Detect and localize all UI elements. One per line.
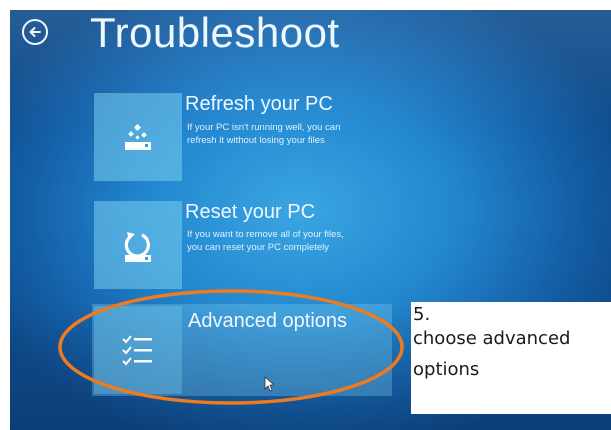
reset-pc-description-line1: If you want to remove all of your files, <box>187 229 344 240</box>
reset-pc-tile[interactable] <box>94 201 182 289</box>
mouse-cursor-icon <box>264 376 274 392</box>
reset-pc-description-line2: you can reset your PC completely <box>187 242 330 253</box>
back-button[interactable] <box>22 19 48 45</box>
refresh-pc-description-line2: refresh it without losing your files <box>187 135 325 146</box>
advanced-options-tile[interactable] <box>94 306 182 394</box>
refresh-pc-icon <box>125 123 151 150</box>
reset-pc-option[interactable]: Reset your PC If you want to remove all … <box>94 201 394 293</box>
step-number: 5. <box>413 304 431 325</box>
annotation-line2: options <box>413 359 480 380</box>
advanced-options-title: Advanced options <box>188 310 348 332</box>
reset-pc-title: Reset your PC <box>185 201 316 223</box>
reset-pc-icon <box>124 232 151 262</box>
refresh-pc-option[interactable]: Refresh your PC If your PC isn't running… <box>94 93 394 185</box>
page-title: Troubleshoot <box>90 9 340 56</box>
annotation-line1: choose advanced <box>413 328 571 349</box>
advanced-options-option[interactable]: Advanced options <box>92 304 392 396</box>
back-arrow-icon <box>29 27 41 37</box>
refresh-pc-title: Refresh your PC <box>185 93 333 115</box>
refresh-pc-tile[interactable] <box>94 93 182 181</box>
refresh-pc-description-line1: If your PC isn't running well, you can <box>187 122 341 133</box>
step-annotation: 5. choose advanced options <box>411 302 611 414</box>
checklist-icon <box>122 335 152 366</box>
